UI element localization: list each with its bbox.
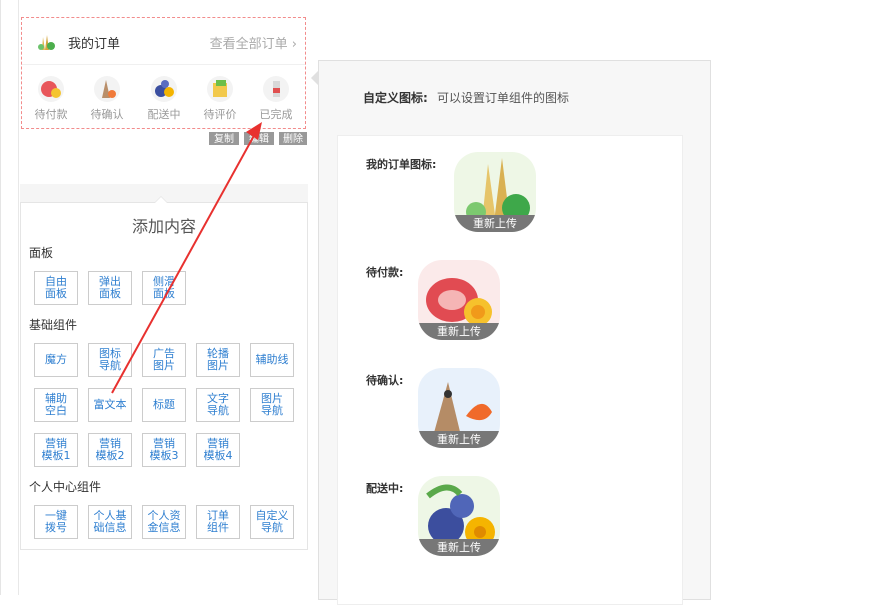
add-image-nav-button[interactable]: 图片 导航: [250, 388, 294, 422]
status-completed[interactable]: 已完成: [251, 76, 301, 122]
config-pointer: [311, 71, 318, 85]
add-funds-info-button[interactable]: 个人资 金信息: [142, 505, 186, 539]
add-basic-info-button[interactable]: 个人基 础信息: [88, 505, 132, 539]
copy-button[interactable]: 复制: [208, 131, 240, 146]
row-label: 待确认:: [366, 374, 404, 387]
fish-shrimp-icon: 重新上传: [418, 368, 500, 448]
status-label: 已完成: [259, 108, 293, 121]
add-marketing-1-button[interactable]: 营销 模板1: [34, 433, 78, 467]
add-text-nav-button[interactable]: 文字 导航: [196, 388, 240, 422]
add-carousel-button[interactable]: 轮播 图片: [196, 343, 240, 377]
reupload-button[interactable]: 重新上传: [418, 539, 500, 556]
left-edge: [0, 0, 1, 595]
reupload-button[interactable]: 重新上传: [454, 215, 536, 232]
bottle-icon: [263, 76, 289, 102]
row-label: 待付款:: [366, 266, 404, 279]
section-title-personal: 个人中心组件: [29, 480, 102, 494]
blueberry-flower-icon: 重新上传: [418, 476, 500, 556]
status-to-review[interactable]: 待评价: [195, 76, 245, 122]
add-spacer-button[interactable]: 辅助 空白: [34, 388, 78, 422]
meat-egg-icon: [38, 76, 64, 102]
add-marketing-2-button[interactable]: 营销 模板2: [88, 433, 132, 467]
add-title-button[interactable]: 标题: [142, 388, 186, 422]
status-delivering[interactable]: 配送中: [139, 76, 189, 122]
edit-button[interactable]: 编辑: [243, 131, 275, 146]
row-label: 我的订单图标:: [366, 158, 437, 171]
add-custom-nav-button[interactable]: 自定义 导航: [250, 505, 294, 539]
add-dial-button[interactable]: 一键 拨号: [34, 505, 78, 539]
row-label: 配送中:: [366, 482, 404, 495]
view-all-orders-link[interactable]: 查看全部订单 ›: [210, 33, 297, 52]
add-free-panel-button[interactable]: 自由 面板: [34, 271, 78, 305]
add-marketing-3-button[interactable]: 营销 模板3: [142, 433, 186, 467]
add-ad-image-button[interactable]: 广告 图片: [142, 343, 186, 377]
add-guide-line-button[interactable]: 辅助线: [250, 343, 294, 377]
status-pending-payment[interactable]: 待付款: [26, 76, 76, 122]
package-icon: [207, 76, 233, 102]
fish-shrimp-icon: [94, 76, 120, 102]
section-title-basic: 基础组件: [29, 318, 78, 332]
add-icon-nav-button[interactable]: 图标 导航: [88, 343, 132, 377]
order-header: 我的订单 查看全部订单 ›: [22, 18, 305, 64]
status-label: 待付款: [34, 108, 68, 121]
reupload-button[interactable]: 重新上传: [418, 323, 500, 340]
add-content-panel: 添加内容 面板 自由 面板 弹出 面板 侧滑 面板 基础组件 魔方 图标 导航 广告 图片…: [20, 196, 308, 550]
config-label: 自定义图标:: [363, 91, 428, 105]
config-panel: 自定义图标: 可以设置订单组件的图标 我的订单图标: 重新上传 待付款: 重新上…: [318, 60, 711, 605]
config-card: 我的订单图标: 重新上传 待付款: 重新上传 待确认: 重新上传 配送中: 重新…: [337, 135, 683, 605]
bamboo-vegetables-icon: 重新上传: [454, 152, 536, 232]
status-label: 待确认: [90, 108, 124, 121]
add-rich-text-button[interactable]: 富文本: [88, 388, 132, 422]
add-cube-button[interactable]: 魔方: [34, 343, 78, 377]
status-label: 配送中: [147, 108, 181, 121]
order-component[interactable]: 我的订单 查看全部订单 › 待付款 待确认 配送中 待评价 已完成 复制 编辑: [21, 17, 308, 146]
add-content-title: 添加内容: [131, 217, 196, 236]
delete-button[interactable]: 删除: [278, 131, 308, 146]
status-pending-confirm[interactable]: 待确认: [82, 76, 132, 122]
section-title-panel: 面板: [29, 246, 54, 260]
blueberry-flower-icon: [151, 76, 177, 102]
divider: [22, 64, 305, 65]
add-marketing-4-button[interactable]: 营销 模板4: [196, 433, 240, 467]
status-label: 待评价: [203, 108, 237, 121]
panel-pointer-inner: [155, 197, 167, 203]
left-divider: [18, 0, 19, 595]
config-description: 可以设置订单组件的图标: [437, 91, 570, 105]
bamboo-vegetables-icon: [36, 32, 56, 52]
add-order-component-button[interactable]: 订单 组件: [196, 505, 240, 539]
add-side-panel-button[interactable]: 侧滑 面板: [142, 271, 186, 305]
order-title: 我的订单: [68, 37, 121, 52]
meat-egg-icon: 重新上传: [418, 260, 500, 340]
add-popup-panel-button[interactable]: 弹出 面板: [88, 271, 132, 305]
reupload-button[interactable]: 重新上传: [418, 431, 500, 448]
